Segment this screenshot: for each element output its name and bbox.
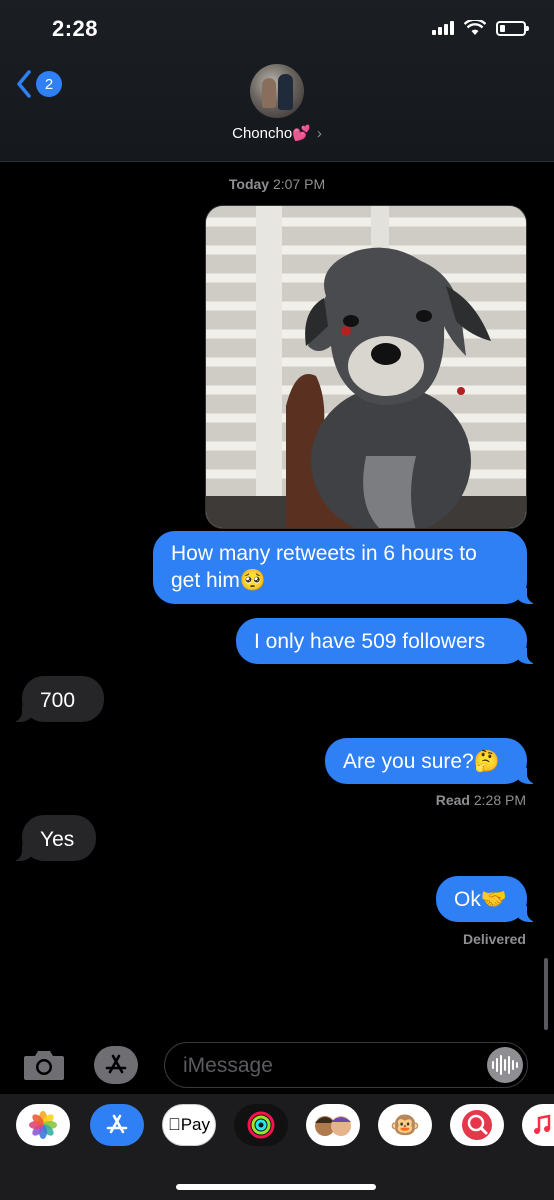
read-label: Read <box>435 792 470 808</box>
message-input[interactable]: iMessage <box>164 1042 528 1088</box>
back-button[interactable]: 2 <box>16 70 62 98</box>
thread-timestamp: Today 2:07 PM <box>0 176 554 192</box>
image-search-app-button[interactable] <box>450 1104 504 1146</box>
message-text: Yes <box>40 828 75 851</box>
chevron-right-icon: › <box>316 125 322 142</box>
activity-icon <box>247 1111 275 1139</box>
message-line: How many retweets in 6 hours to <box>171 542 477 565</box>
animoji-icon: 🐵 <box>390 1111 420 1139</box>
timestamp-time: 2:07 PM <box>272 176 326 192</box>
delivered-status: Delivered <box>462 931 526 947</box>
music-icon <box>534 1114 551 1134</box>
message-line: get him🥺 <box>171 569 267 592</box>
image-message[interactable] <box>205 205 527 529</box>
message-text: Ok🤝 <box>454 888 507 911</box>
photos-icon <box>29 1111 57 1139</box>
sent-message[interactable]: Are you sure?🤔 <box>325 738 539 784</box>
compose-bar: iMessage <box>0 1040 554 1090</box>
memoji-icon <box>315 1116 351 1136</box>
camera-icon <box>24 1051 64 1080</box>
app-store-button[interactable] <box>94 1046 138 1084</box>
received-message[interactable]: Yes <box>10 815 96 861</box>
memoji-app-button[interactable] <box>306 1104 360 1146</box>
status-icons <box>432 20 529 36</box>
message-input-placeholder: iMessage <box>183 1054 273 1077</box>
activity-app-button[interactable] <box>234 1104 288 1146</box>
status-time: 2:28 <box>52 16 99 41</box>
unread-count-badge: 2 <box>36 71 62 97</box>
timestamp-day: Today <box>228 176 270 192</box>
read-receipt: Read 2:28 PM <box>436 792 526 808</box>
app-store-icon <box>105 1054 127 1074</box>
chevron-left-icon <box>17 70 31 98</box>
apple-pay-icon: Pay <box>168 1115 210 1135</box>
sent-message[interactable]: Ok🤝 <box>436 876 539 922</box>
scrollbar[interactable] <box>544 958 548 1030</box>
message-text: 700 <box>40 689 76 712</box>
conversation-header: 2:28 2 Choncho💕 › <box>0 0 554 162</box>
sent-message[interactable]: How many retweets in 6 hours to get him🥺 <box>153 531 539 604</box>
cellular-signal-icon <box>432 21 454 35</box>
received-message[interactable]: 700 <box>10 676 104 722</box>
sent-message[interactable]: I only have 509 followers <box>236 618 539 664</box>
search-images-icon <box>462 1110 492 1140</box>
camera-button[interactable] <box>22 1048 66 1082</box>
audio-message-button[interactable] <box>487 1047 523 1083</box>
battery-icon <box>496 20 529 36</box>
home-indicator[interactable] <box>176 1184 376 1190</box>
contact-name: Choncho💕 <box>232 125 311 142</box>
message-text: I only have 509 followers <box>254 630 486 653</box>
read-time: 2:28 PM <box>473 792 526 808</box>
wifi-icon <box>464 20 486 35</box>
animoji-app-button[interactable]: 🐵 <box>378 1104 432 1146</box>
puppy-photo <box>206 206 526 528</box>
apple-pay-label: Pay <box>174 1115 210 1134</box>
app-store-icon <box>106 1114 128 1134</box>
music-app-button[interactable] <box>522 1104 554 1146</box>
apple-pay-app-button[interactable]: Pay <box>162 1104 216 1146</box>
message-text: Are you sure?🤔 <box>343 750 500 773</box>
photos-app-button[interactable] <box>16 1104 70 1146</box>
contact-name-button[interactable]: Choncho💕 › <box>0 124 554 142</box>
app-store-app-button[interactable] <box>90 1104 144 1146</box>
contact-avatar[interactable] <box>250 64 304 118</box>
